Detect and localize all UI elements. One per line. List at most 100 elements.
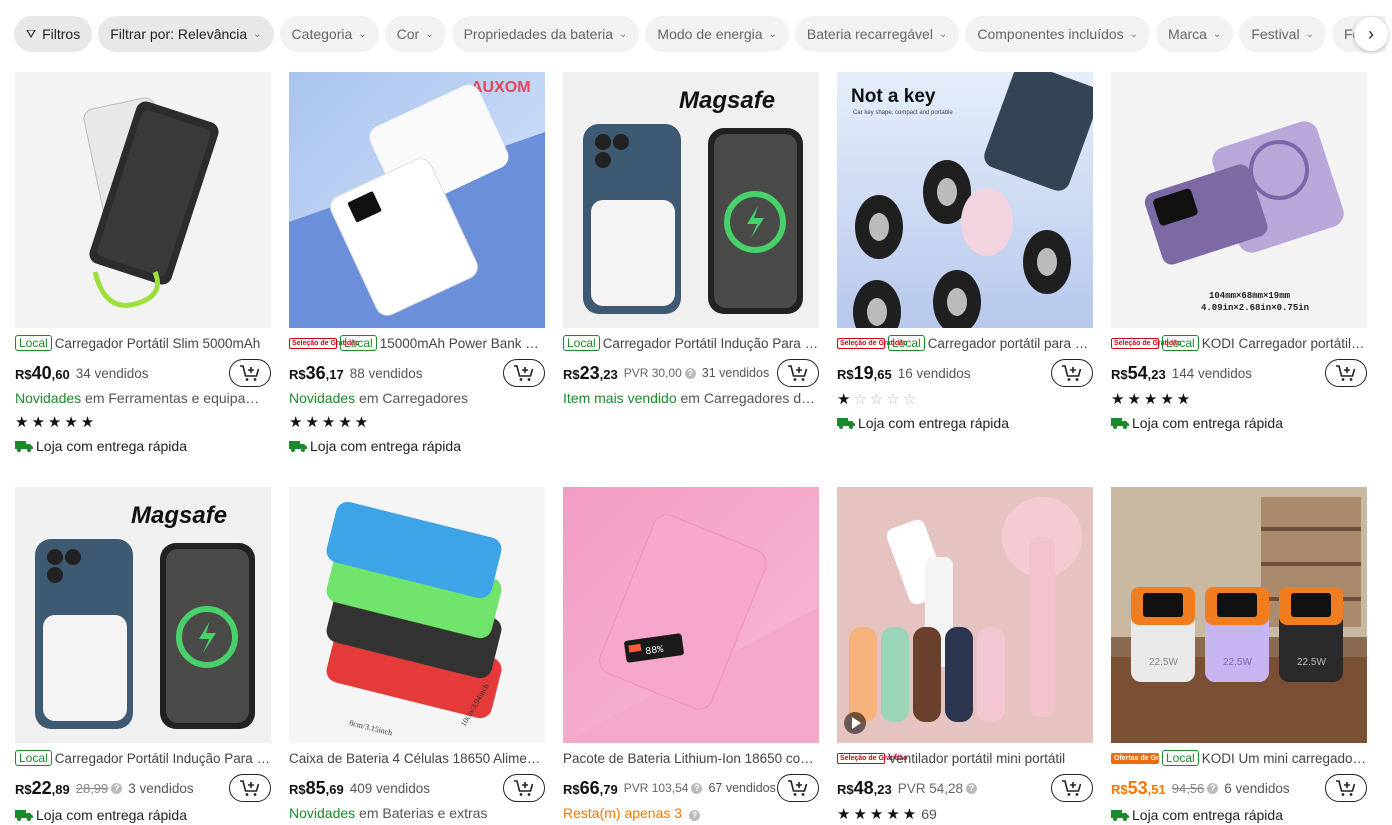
product-title[interactable]: Caixa de Bateria 4 Células 18650 Aliment…	[289, 749, 545, 767]
product-image[interactable]: 88%	[563, 487, 819, 743]
filter-icon: ⛛	[26, 26, 37, 41]
chevron-down-icon: ⌄	[1305, 28, 1314, 40]
fast-shipping-label: Loja com entrega rápida	[15, 436, 271, 456]
add-to-cart-button[interactable]	[1325, 359, 1367, 387]
add-to-cart-button[interactable]	[503, 774, 545, 802]
product-title[interactable]: Local Carregador Portátil Indução Para iP…	[563, 334, 819, 352]
sort-dropdown[interactable]: Filtrar por: Relevância ⌄	[98, 16, 274, 52]
product-image[interactable]	[15, 72, 271, 328]
cart-plus-icon	[788, 365, 808, 381]
filters-button[interactable]: ⛛ Filtros	[14, 16, 93, 52]
sold-count: 3 vendidos	[128, 780, 194, 796]
add-to-cart-button[interactable]	[1051, 774, 1093, 802]
scroll-right-button[interactable]: ›	[1354, 17, 1388, 51]
local-badge: Local	[15, 335, 52, 351]
fast-shipping-label: Loja com entrega rápida	[289, 436, 545, 456]
add-to-cart-button[interactable]	[503, 359, 545, 387]
chevron-down-icon: ⌄	[358, 28, 367, 40]
product-card[interactable]: Magsafe Local Carregador Portátil Indução…	[563, 72, 819, 410]
filter-bar: ⛛ Filtros Filtrar por: Relevância ⌄ Categori…	[14, 16, 1386, 52]
device-label: 22.5W	[1149, 657, 1178, 668]
product-image[interactable]: 22.5W 22.5W 22.5W	[1111, 487, 1367, 743]
info-icon[interactable]: ?	[691, 782, 703, 794]
local-badge: Local	[1162, 335, 1199, 351]
filter-marca[interactable]: Marca ⌄	[1156, 16, 1234, 52]
filter-componentes[interactable]: Componentes incluídos ⌄	[965, 16, 1151, 52]
subheadline-text: Car key shape, compact and portable	[853, 110, 953, 116]
info-icon[interactable]: ?	[1207, 782, 1219, 794]
price: R$53,51	[1111, 777, 1166, 798]
price-row: R$40,60 34 vendidos	[15, 359, 271, 387]
rating-stars: ★★★★★	[1111, 391, 1194, 408]
price: R$36,17	[289, 362, 344, 383]
product-image[interactable]: 104mm×68mm×19mm 4.09in×2.68in×0.75in	[1111, 72, 1367, 328]
price: R$85,69	[289, 777, 344, 798]
cart-plus-icon	[1062, 365, 1082, 381]
filter-festival[interactable]: Festival ⌄	[1239, 16, 1326, 52]
add-to-cart-button[interactable]	[229, 774, 271, 802]
product-card[interactable]: Not a key Car key shape, compact and por…	[837, 72, 1093, 433]
info-icon[interactable]: ?	[966, 782, 978, 794]
chevron-down-icon: ⌄	[619, 28, 628, 40]
filter-propriedades-bateria[interactable]: Propriedades da bateria ⌄	[451, 16, 640, 52]
fast-shipping-label: Loja com entrega rápida	[15, 805, 271, 825]
filter-categoria[interactable]: Categoria ⌄	[279, 16, 379, 52]
product-card[interactable]: Local Carregador Portátil Slim 5000mAh R$…	[15, 72, 271, 456]
add-to-cart-button[interactable]	[777, 774, 819, 802]
cart-plus-icon	[788, 780, 808, 796]
price-row: R$48,23 PVR 54,28?	[837, 774, 1093, 802]
product-title[interactable]: Seleção de Gratidão Local 15000mAh Power B…	[289, 334, 545, 352]
add-to-cart-button[interactable]	[229, 359, 271, 387]
cart-plus-icon	[240, 780, 260, 796]
product-image[interactable]: 8cm/3.15inch 10cm/3.94inch	[289, 487, 545, 743]
product-image[interactable]: Magsafe	[563, 72, 819, 328]
product-image[interactable]: Not a key Car key shape, compact and por…	[837, 72, 1093, 328]
product-card[interactable]: 104mm×68mm×19mm 4.09in×2.68in×0.75in Sel…	[1111, 72, 1367, 433]
add-to-cart-button[interactable]	[1325, 774, 1367, 802]
magsafe-text: Magsafe	[131, 502, 227, 529]
local-badge: Local	[888, 335, 925, 351]
price-row: R$53,51 94,56? 6 vendidos	[1111, 774, 1367, 802]
product-image[interactable]: Magsafe	[15, 487, 271, 743]
fast-shipping-label: Loja com entrega rápida	[837, 413, 1093, 433]
add-to-cart-button[interactable]	[1051, 359, 1093, 387]
product-title[interactable]: Seleção de Gratidão Local KODI Carregador …	[1111, 334, 1367, 352]
product-card[interactable]: Seleção de Gratidão Ventilador portátil m…	[837, 487, 1093, 825]
filter-bateria-recarregavel[interactable]: Bateria recarregável ⌄	[794, 16, 960, 52]
price: R$66,79	[563, 777, 618, 798]
price: R$40,60	[15, 362, 70, 383]
product-card[interactable]: 22.5W 22.5W 22.5W Ofertas de Gratidão Loc…	[1111, 487, 1367, 825]
product-image[interactable]	[837, 487, 1093, 743]
product-title[interactable]: Local Carregador Portátil Indução Para iP…	[15, 749, 271, 767]
product-image[interactable]: AUXOM	[289, 72, 545, 328]
filter-modo-energia[interactable]: Modo de energia ⌄	[645, 16, 789, 52]
chevron-down-icon: ⌄	[253, 28, 262, 40]
filter-cor[interactable]: Cor ⌄	[384, 16, 446, 52]
info-icon[interactable]: ?	[111, 782, 123, 794]
info-icon[interactable]: ?	[688, 810, 700, 821]
local-badge: Local	[15, 750, 52, 766]
review-count: 69	[921, 806, 937, 822]
product-card[interactable]: 88% Pacote de Bateria Lithium-Ion 18650 …	[563, 487, 819, 825]
product-title[interactable]: Seleção de Gratidão Ventilador portátil m…	[837, 749, 1093, 767]
reference-price: PVR 103,54	[623, 781, 689, 795]
product-title[interactable]: Seleção de Gratidão Local Carregador portá…	[837, 334, 1093, 352]
reference-price: PVR 54,28	[897, 780, 964, 796]
sold-count: 31 vendidos	[701, 366, 770, 380]
product-title[interactable]: Local Carregador Portátil Slim 5000mAh	[15, 334, 271, 352]
product-card[interactable]: 8cm/3.15inch 10cm/3.94inch Caixa de Bate…	[289, 487, 545, 825]
product-title[interactable]: Pacote de Bateria Lithium-Ion 18650 com …	[563, 749, 819, 767]
price-row: R$23,23 PVR 30,00? 31 vendidos	[563, 359, 819, 387]
product-title[interactable]: Ofertas de Gratidão Local KODI Um mini car…	[1111, 749, 1367, 767]
chevron-down-icon: ⌄	[1129, 28, 1139, 40]
rating-stars: ★☆☆☆☆	[837, 391, 920, 408]
category-info: Novidades em Baterias e extras	[289, 805, 488, 821]
add-to-cart-button[interactable]	[777, 359, 819, 387]
product-card[interactable]: AUXOM Seleção de Gratidão Local 15000mAh P…	[289, 72, 545, 456]
info-icon[interactable]: ?	[684, 367, 696, 379]
chevron-down-icon: ⌄	[1212, 28, 1222, 40]
original-price: 94,56	[1171, 780, 1205, 796]
cart-plus-icon	[1336, 365, 1356, 381]
product-card[interactable]: Magsafe Local Carregador Portátil Indução…	[15, 487, 271, 825]
magsafe-text: Magsafe	[679, 87, 775, 114]
